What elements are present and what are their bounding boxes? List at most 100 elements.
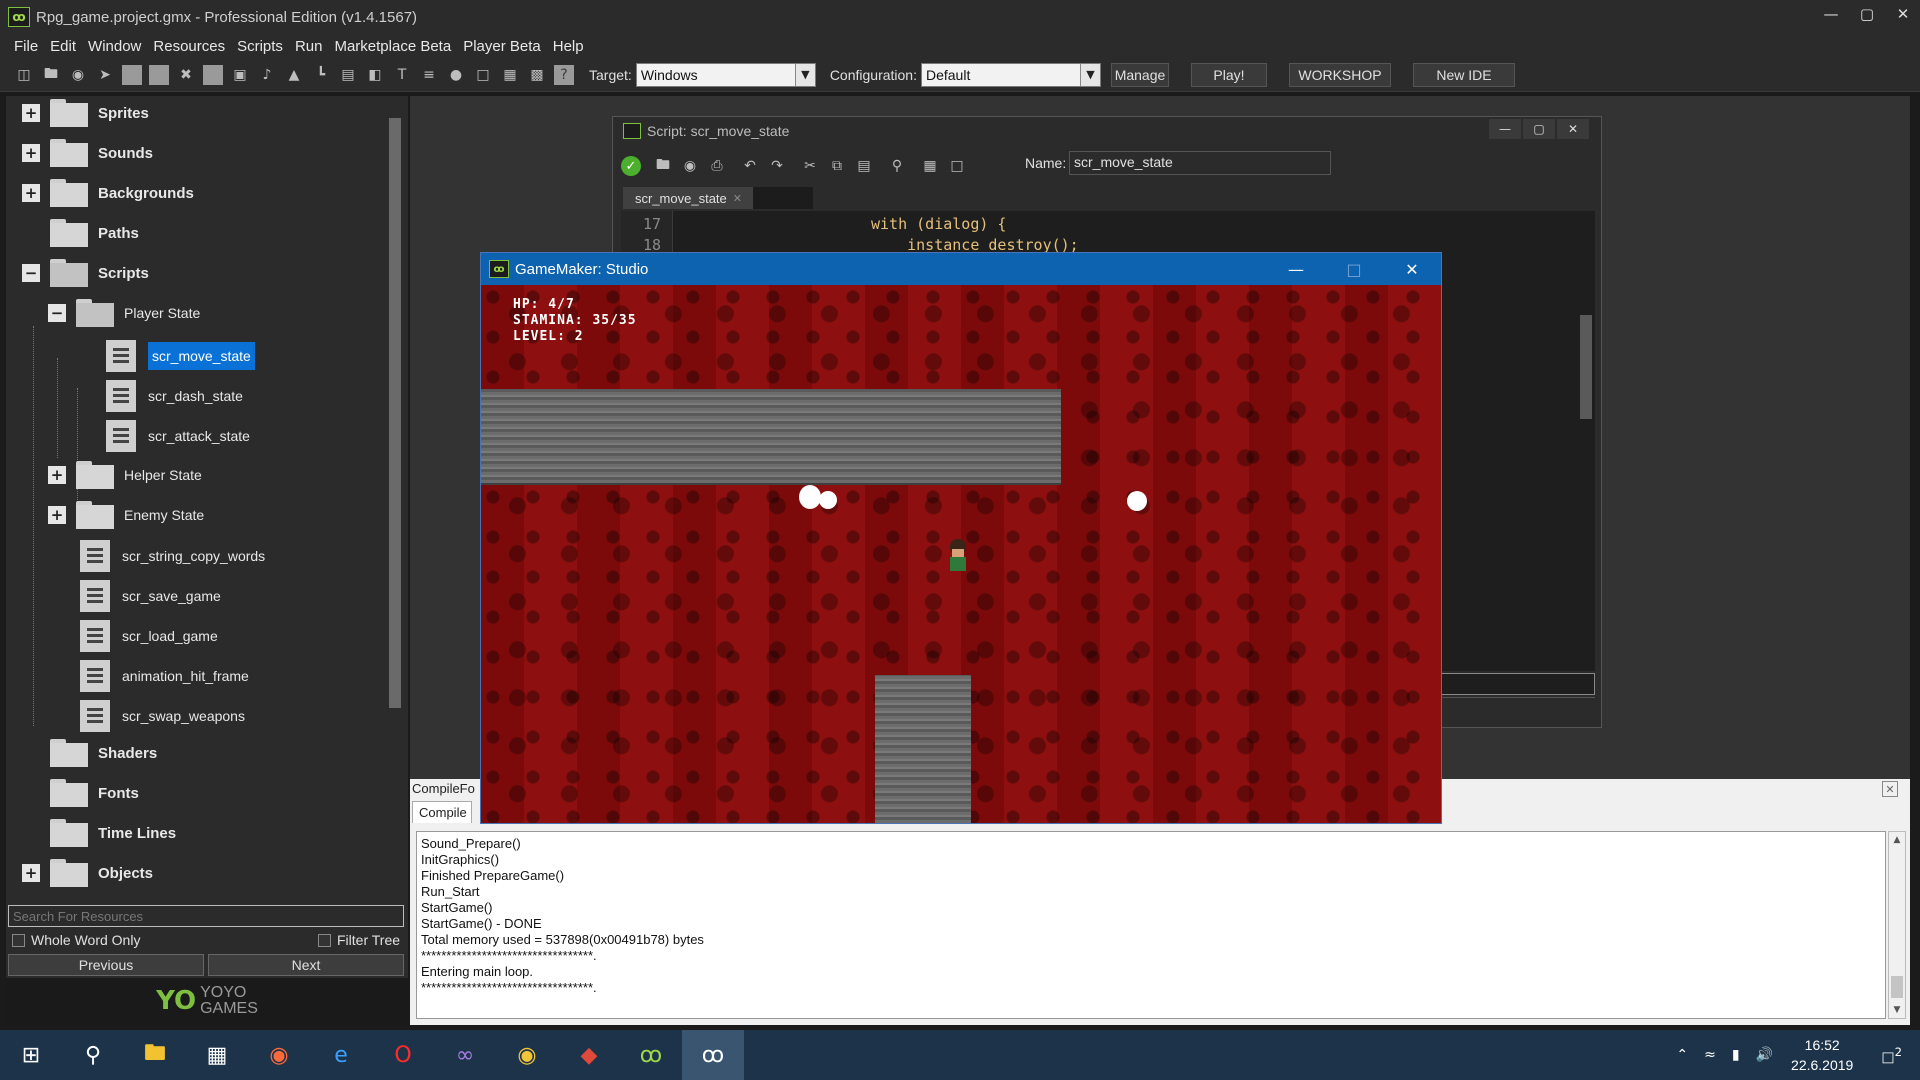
close-icon[interactable]: ✕ — [1557, 119, 1589, 139]
confirm-check-icon[interactable]: ✓ — [621, 156, 641, 176]
scroll-up-icon[interactable]: ▲ — [1889, 832, 1905, 848]
goto-line-icon[interactable]: ▦ — [920, 156, 940, 176]
copy-icon[interactable]: ⧉ — [827, 156, 847, 176]
search-icon[interactable]: ⚲ — [887, 156, 907, 176]
tree-item-animation-hit-frame[interactable]: animation_hit_frame — [80, 656, 249, 696]
log-scroll-thumb[interactable] — [1891, 976, 1903, 998]
expand-icon[interactable]: + — [22, 104, 40, 122]
minimize-icon[interactable]: — — [1489, 119, 1521, 139]
create-background-icon[interactable] — [203, 64, 223, 85]
expand-icon[interactable]: + — [22, 184, 40, 202]
gamemaker-taskbar-icon[interactable]: ꝏ — [620, 1030, 682, 1080]
tree-item-scr-move-state[interactable]: scr_move_state — [106, 336, 255, 376]
filter-tree-checkbox[interactable]: Filter Tree — [318, 932, 400, 948]
wifi-icon[interactable]: ≈ — [1704, 1047, 1716, 1063]
battery-icon[interactable]: ▮ — [1732, 1047, 1740, 1063]
chevron-down-icon[interactable]: ▼ — [794, 63, 815, 86]
tree-item-scr-swap-weapons[interactable]: scr_swap_weapons — [80, 696, 245, 736]
create-font-icon[interactable]: T — [392, 65, 412, 85]
collapse-icon[interactable]: − — [22, 264, 40, 282]
code-scroll-thumb[interactable] — [1580, 315, 1592, 419]
menu-run[interactable]: Run — [295, 38, 323, 55]
clock[interactable]: 16:52 22.6.2019 — [1791, 1035, 1853, 1075]
create-object-icon[interactable]: ● — [446, 65, 466, 85]
close-icon[interactable]: ✕ — [1886, 0, 1920, 28]
windows-start-icon[interactable]: ⊞ — [0, 1030, 62, 1080]
close-tab-icon[interactable]: ✕ — [733, 192, 742, 205]
maximize-icon[interactable]: ▢ — [1523, 119, 1555, 139]
gamemaker-runner-taskbar-icon[interactable]: ꝏ — [682, 1030, 744, 1080]
workshop-button[interactable]: WORKSHOP — [1288, 62, 1391, 87]
script-name-input[interactable]: scr_move_state — [1069, 151, 1331, 175]
create-sound-icon[interactable] — [149, 64, 169, 85]
close-icon[interactable]: ✕ — [1882, 781, 1898, 797]
tab-scr-move-state[interactable]: scr_move_state ✕ — [623, 187, 753, 209]
chevron-up-icon[interactable]: ⌃ — [1676, 1047, 1688, 1063]
next-button[interactable]: Next — [208, 954, 404, 976]
create-shader-icon[interactable]: ◧ — [365, 65, 385, 85]
chevron-down-icon[interactable]: ▼ — [1079, 63, 1100, 86]
expand-icon[interactable]: + — [22, 864, 40, 882]
cut-icon[interactable]: ✂ — [800, 156, 820, 176]
open-folder-icon[interactable]: 🖿 — [653, 156, 673, 176]
file-explorer-icon[interactable]: 🖿 — [124, 1030, 186, 1080]
tree-item-shaders[interactable]: Shaders — [22, 738, 157, 768]
scroll-down-icon[interactable]: ▼ — [1889, 1002, 1905, 1018]
paste-icon[interactable]: ▤ — [854, 156, 874, 176]
menu-marketplace-beta[interactable]: Marketplace Beta — [334, 38, 451, 55]
new-ide-button[interactable]: New IDE — [1412, 62, 1515, 87]
new-project-icon[interactable]: ◫ — [14, 65, 34, 85]
resource-search-input[interactable]: Search For Resources — [8, 905, 404, 927]
game-settings-icon[interactable]: ▦ — [500, 65, 520, 85]
menu-file[interactable]: File — [14, 38, 38, 55]
visual-studio-icon[interactable]: ∞ — [434, 1030, 496, 1080]
notification-icon[interactable]: □2 — [1881, 1045, 1902, 1066]
extensions-icon[interactable]: ▩ — [527, 65, 547, 85]
create-room-icon[interactable]: □ — [473, 65, 493, 85]
menu-help[interactable]: Help — [553, 38, 584, 55]
play-button[interactable]: Play! — [1190, 62, 1267, 87]
tree-item-sounds[interactable]: + Sounds — [22, 138, 153, 168]
snippets-icon[interactable]: □ — [947, 156, 967, 176]
tree-item-fonts[interactable]: Fonts — [22, 778, 139, 808]
git-icon[interactable]: ◆ — [558, 1030, 620, 1080]
compile-log[interactable]: Sound_Prepare() InitGraphics() Finished … — [416, 831, 1886, 1019]
menu-player-beta[interactable]: Player Beta — [463, 38, 541, 55]
code-scrollbar[interactable] — [1577, 211, 1595, 671]
opera-icon[interactable]: O — [372, 1030, 434, 1080]
open-folder-icon[interactable]: 🖿 — [41, 65, 61, 85]
create-sprite-icon[interactable] — [122, 64, 142, 85]
snagit-icon[interactable]: ◉ — [248, 1030, 310, 1080]
maximize-icon[interactable]: □ — [1325, 253, 1383, 285]
close-icon[interactable]: ✕ — [1383, 253, 1441, 285]
search-icon[interactable]: ⚲ — [62, 1030, 124, 1080]
tree-item-sprites[interactable]: + Sprites — [22, 98, 149, 128]
previous-button[interactable]: Previous — [8, 954, 204, 976]
checkbox-icon[interactable] — [318, 933, 331, 947]
edge-icon[interactable]: e — [310, 1030, 372, 1080]
tab-compile[interactable]: Compile — [412, 801, 472, 823]
checkbox-icon[interactable] — [12, 933, 25, 947]
clean-icon[interactable]: ✖ — [176, 65, 196, 85]
redo-icon[interactable]: ↷ — [767, 156, 787, 176]
create-path-icon[interactable]: ▣ — [230, 65, 250, 85]
script-window-titlebar[interactable]: Script: scr_move_state — [613, 117, 1601, 145]
undo-icon[interactable]: ↶ — [740, 156, 760, 176]
menu-scripts[interactable]: Scripts — [237, 38, 283, 55]
tree-item-helper-state[interactable]: + Helper State — [48, 460, 202, 490]
save-icon[interactable]: ◉ — [68, 65, 88, 85]
game-canvas[interactable]: HP: 4/7 STAMINA: 35/35 LEVEL: 2 — [481, 285, 1441, 823]
tree-item-enemy-state[interactable]: + Enemy State — [48, 500, 204, 530]
tree-item-backgrounds[interactable]: + Backgrounds — [22, 178, 194, 208]
tree-item-scr-dash-state[interactable]: scr_dash_state — [106, 376, 243, 416]
log-scrollbar[interactable]: ▲ ▼ — [1888, 831, 1906, 1019]
export-icon[interactable]: ➤ — [95, 65, 115, 85]
menu-resources[interactable]: Resources — [153, 38, 225, 55]
menu-edit[interactable]: Edit — [50, 38, 76, 55]
print-icon[interactable]: ⎙ — [707, 156, 727, 176]
help-icon[interactable]: ? — [554, 64, 574, 85]
create-script-icon[interactable]: ▤ — [338, 65, 358, 85]
create-sound-speaker-icon[interactable]: ♪ — [257, 65, 277, 85]
minimize-icon[interactable]: — — [1267, 253, 1325, 285]
tree-scroll-thumb[interactable] — [389, 118, 401, 708]
